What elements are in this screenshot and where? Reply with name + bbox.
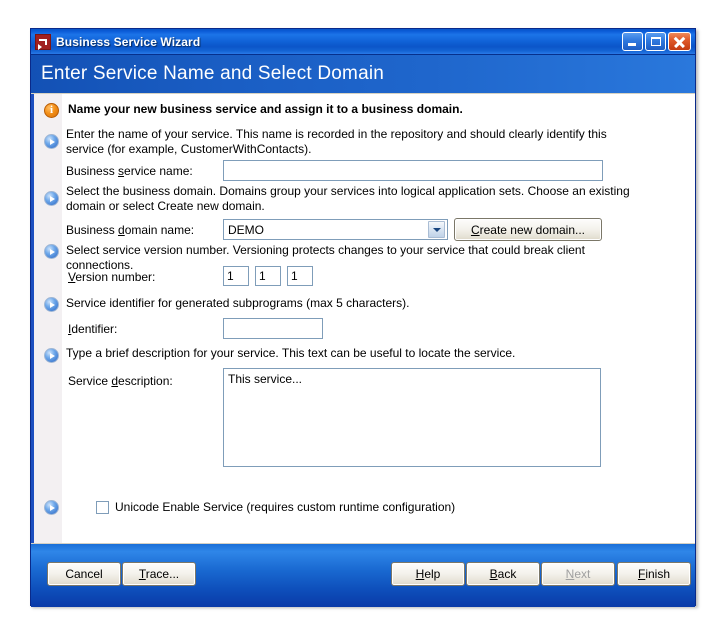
maximize-icon	[651, 37, 661, 46]
minimize-button[interactable]	[622, 32, 643, 51]
wizard-banner: Enter Service Name and Select Domain	[31, 55, 695, 94]
finish-button[interactable]: Finish	[617, 562, 691, 586]
domain-name-selected-value: DEMO	[228, 222, 264, 237]
identifier-label: Identifier:	[68, 322, 118, 336]
arrow-bullet-icon-service-name	[44, 134, 59, 149]
arrow-bullet-icon-version	[44, 244, 59, 259]
domain-name-label: Business domain name:	[66, 223, 195, 237]
next-button[interactable]: Next	[541, 562, 615, 586]
version-minor-input[interactable]	[255, 266, 281, 286]
service-description-description: Type a brief description for your servic…	[66, 346, 516, 360]
service-name-label: Business service name:	[66, 164, 193, 178]
back-button[interactable]: Back	[466, 562, 540, 586]
arrow-bullet-icon-identifier	[44, 297, 59, 312]
unicode-checkbox-label: Unicode Enable Service (requires custom …	[115, 500, 456, 514]
unicode-option-row[interactable]: Unicode Enable Service (requires custom …	[88, 495, 455, 519]
service-description-textarea[interactable]: This service...	[223, 368, 601, 467]
arrow-bullet-icon-unicode	[44, 500, 59, 515]
window-controls	[622, 32, 693, 51]
minimize-icon	[628, 43, 636, 46]
info-icon	[44, 103, 59, 118]
wizard-icon	[35, 33, 51, 50]
window-title: Business Service Wizard	[56, 34, 201, 49]
service-name-description: Enter the name of your service. This nam…	[66, 127, 607, 156]
arrow-bullet-icon-domain	[44, 191, 59, 206]
identifier-input[interactable]	[223, 318, 323, 339]
service-description-label: Service description:	[68, 374, 173, 388]
create-new-domain-button[interactable]: Create new domain...	[454, 218, 602, 241]
arrow-bullet-icon-service-description	[44, 348, 59, 363]
trace-button[interactable]: Trace...	[122, 562, 196, 586]
identifier-description: Service identifier for generated subprog…	[66, 296, 410, 310]
close-button[interactable]	[668, 32, 691, 51]
version-number-label: Version number:	[68, 270, 156, 284]
version-patch-input[interactable]	[287, 266, 313, 286]
help-button[interactable]: Help	[391, 562, 465, 586]
unicode-checkbox[interactable]	[96, 500, 109, 514]
wizard-window: Business Service Wizard Enter Service Na…	[30, 28, 696, 607]
title-bar: Business Service Wizard	[31, 29, 695, 55]
page-title: Enter Service Name and Select Domain	[41, 63, 385, 84]
maximize-button[interactable]	[645, 32, 666, 51]
wizard-content: Name your new business service and assig…	[31, 94, 695, 543]
cancel-button[interactable]: Cancel	[47, 562, 121, 586]
chevron-down-icon[interactable]	[428, 221, 445, 238]
service-name-input[interactable]	[223, 160, 603, 181]
version-description: Select service version number. Versionin…	[66, 243, 585, 272]
wizard-footer: Cancel Trace... Help Back Next Finish	[31, 543, 695, 607]
domain-name-select[interactable]: DEMO	[223, 219, 448, 240]
domain-description: Select the business domain. Domains grou…	[66, 184, 630, 213]
version-major-input[interactable]	[223, 266, 249, 286]
content-headline: Name your new business service and assig…	[68, 102, 463, 116]
close-icon	[674, 36, 685, 48]
